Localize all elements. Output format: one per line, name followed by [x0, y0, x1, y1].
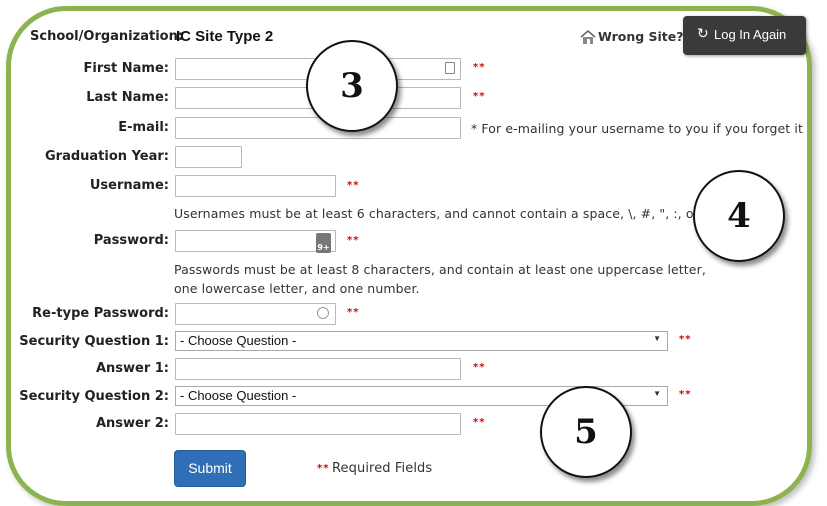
security-question-2-required-marker: ** [679, 389, 692, 400]
password-required-marker: ** [347, 235, 360, 246]
graduation-year-input[interactable] [175, 146, 242, 168]
email-field[interactable] [175, 117, 461, 139]
school-organization-label: School/Organization: [30, 29, 184, 44]
retype-password-label: Re-type Password: [32, 306, 169, 321]
wrong-site-link[interactable]: Wrong Site? [598, 29, 684, 44]
answer-1-input[interactable] [175, 358, 461, 380]
password-input[interactable]: 9+ [175, 230, 336, 253]
refresh-icon: ↻ [697, 26, 709, 42]
last-name-label: Last Name: [86, 90, 169, 105]
callout-5: 5 [540, 386, 632, 478]
chevron-down-icon: ▼ [653, 389, 661, 398]
submit-button[interactable]: Submit [174, 450, 246, 487]
username-label: Username: [89, 178, 169, 193]
password-manager-badge-icon: 9+ [316, 233, 331, 253]
callout-3: 3 [306, 40, 398, 132]
house-icon[interactable] [579, 28, 597, 46]
security-question-1-selected: - Choose Question - [180, 333, 297, 348]
contact-card-icon [445, 62, 455, 74]
last-name-required-marker: ** [473, 91, 486, 102]
password-key-icon [317, 307, 329, 319]
retype-password-input[interactable] [175, 303, 336, 325]
answer-1-required-marker: ** [473, 362, 486, 373]
school-organization-value: IC Site Type 2 [176, 28, 274, 45]
answer-2-required-marker: ** [473, 417, 486, 428]
answer-2-input[interactable] [175, 413, 461, 435]
first-name-label: First Name: [83, 61, 169, 76]
log-in-again-button[interactable]: ↻ Log In Again [683, 16, 806, 55]
chevron-down-icon: ▼ [653, 334, 661, 343]
answer-1-label: Answer 1: [95, 361, 169, 376]
first-name-required-marker: ** [473, 62, 486, 73]
password-help-text-line-1: Passwords must be at least 8 characters,… [174, 262, 706, 277]
retype-password-required-marker: ** [347, 307, 360, 318]
username-input[interactable] [175, 175, 336, 197]
username-help-text: Usernames must be at least 6 characters,… [174, 206, 699, 221]
security-question-1-required-marker: ** [679, 334, 692, 345]
required-fields-legend: Required Fields [332, 461, 433, 476]
required-legend-marker: ** [317, 463, 330, 474]
security-question-1-select[interactable]: - Choose Question - ▼ [175, 331, 668, 351]
security-question-2-selected: - Choose Question - [180, 388, 297, 403]
callout-4: 4 [693, 170, 785, 262]
email-note: * For e-mailing your username to you if … [471, 121, 803, 136]
password-label: Password: [93, 233, 169, 248]
log-in-again-label: Log In Again [714, 27, 787, 42]
security-question-2-label: Security Question 2: [19, 389, 169, 404]
security-question-1-label: Security Question 1: [19, 334, 169, 349]
graduation-year-label: Graduation Year: [45, 149, 169, 164]
username-required-marker: ** [347, 180, 360, 191]
email-label: E-mail: [118, 120, 169, 135]
answer-2-label: Answer 2: [95, 416, 169, 431]
password-help-text-line-2: one lowercase letter, and one number. [174, 281, 420, 296]
